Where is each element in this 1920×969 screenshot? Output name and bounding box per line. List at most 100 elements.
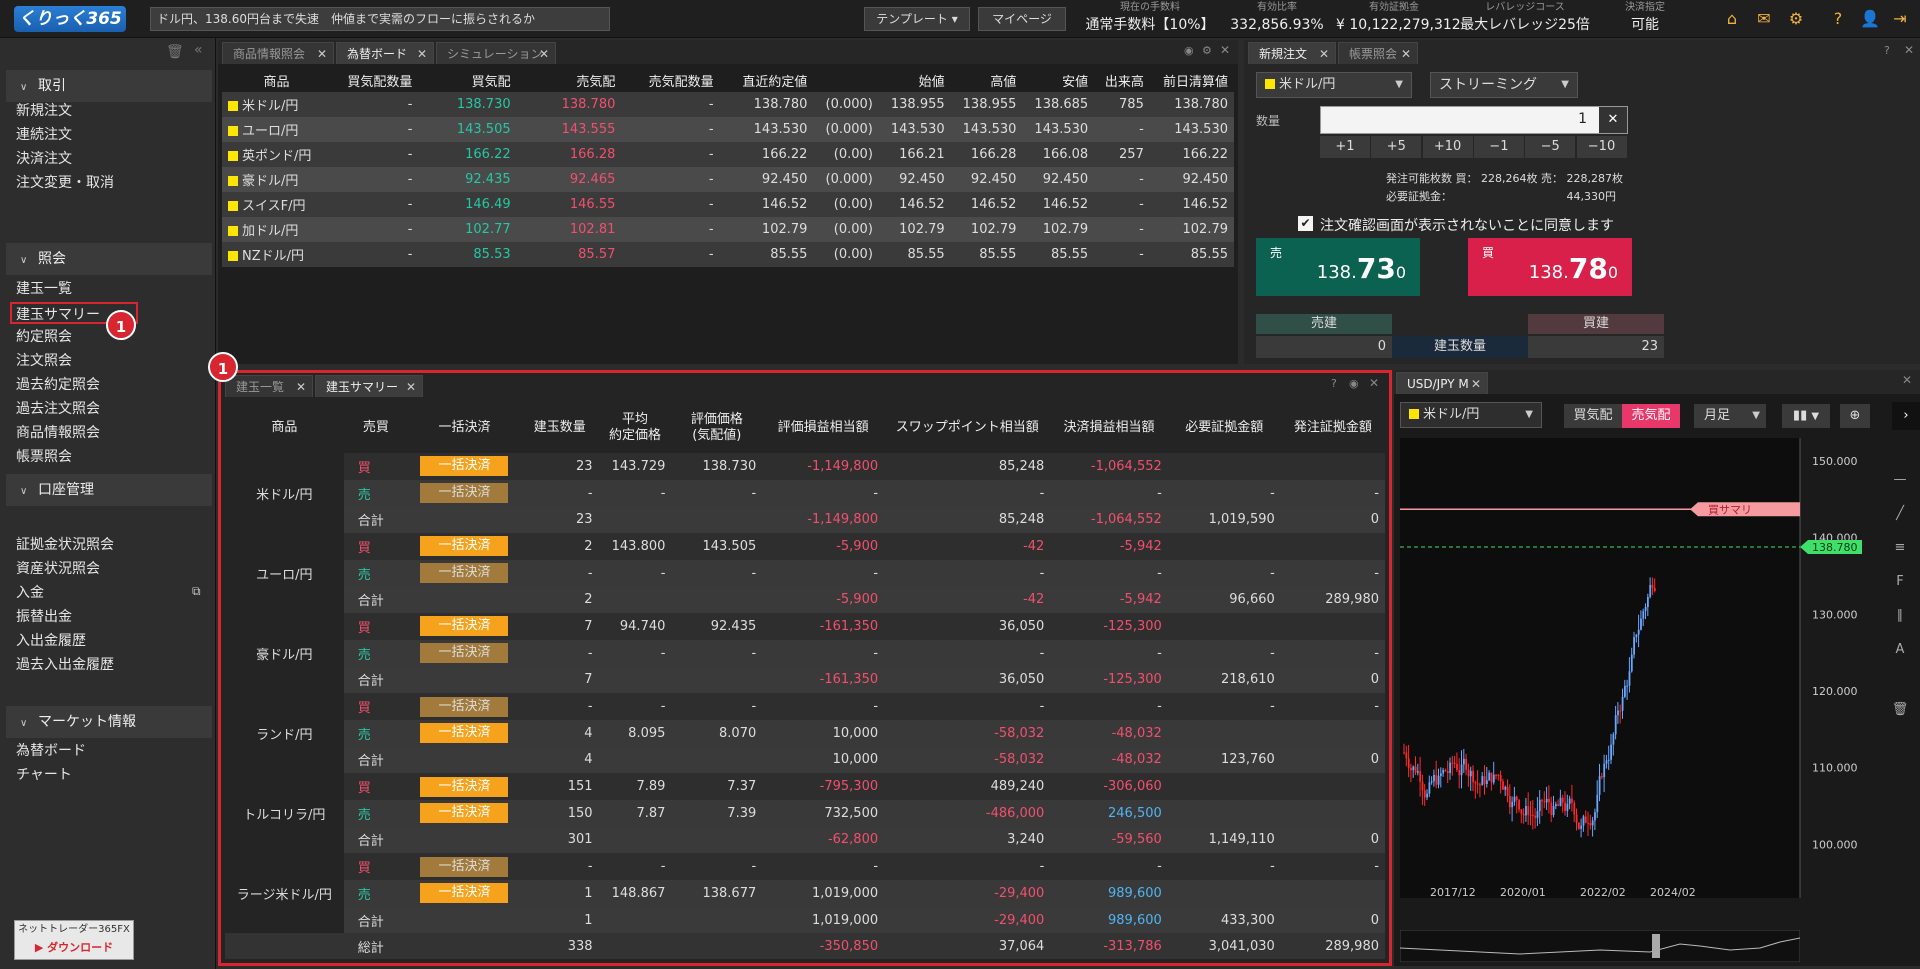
sidebar-item-2-2[interactable]: 入金 bbox=[16, 582, 44, 604]
summary-row[interactable]: 合計 4 10,000 -58,032 -48,032 123,760 0 bbox=[225, 746, 1385, 774]
tab-new-order[interactable]: 新規注文 ✕ bbox=[1248, 42, 1336, 64]
tab-position-summary[interactable]: 建玉サマリー ✕ bbox=[315, 375, 423, 397]
order-symbol-select[interactable]: 米ドル/円 ▼ bbox=[1256, 72, 1412, 98]
summary-row[interactable]: 売 一括決済 - - - - - - - - bbox=[225, 479, 1385, 507]
logout-icon[interactable]: ⇥ bbox=[1890, 9, 1910, 29]
rate-row[interactable]: ユーロ/円 - 143.505 143.555 - 143.530 (0.000) 143.5… bbox=[222, 117, 1234, 142]
sidebar-item-2-1[interactable]: 資産状況照会 bbox=[16, 558, 100, 580]
line-tool-icon[interactable]: — bbox=[1886, 466, 1914, 494]
summary-row[interactable]: 合計 1 1,019,000 -29,400 989,600 433,300 0 bbox=[225, 906, 1385, 934]
channel-tool-icon[interactable]: ≡ bbox=[1886, 534, 1914, 562]
summary-row[interactable]: ユーロ/円買一括決済 2 143.800 143.505 -5,900 -42 -5,942 bbox=[225, 533, 1385, 614]
bulk-settle-button[interactable]: 一括決済 bbox=[420, 803, 509, 824]
summary-row[interactable]: 売 一括決済 - - - - - - - - bbox=[225, 639, 1385, 667]
rate-row[interactable]: 米ドル/円 - 138.730 138.780 - 138.780 (0.000) 138.9… bbox=[222, 92, 1234, 117]
help-icon[interactable]: ? bbox=[1884, 44, 1890, 57]
chart-symbol-select[interactable]: 米ドル/円 ▼ bbox=[1400, 402, 1542, 428]
trash-icon[interactable]: 🗑 bbox=[1886, 696, 1914, 724]
sidebar-item-0-2[interactable]: 決済注文 bbox=[16, 148, 72, 170]
sell-button[interactable]: 売 138.730 bbox=[1256, 238, 1420, 296]
close-panel-icon[interactable]: ✕ bbox=[1904, 43, 1914, 57]
expand-icon[interactable]: › bbox=[1892, 402, 1920, 430]
close-icon[interactable]: ✕ bbox=[1319, 43, 1329, 65]
summary-row[interactable]: 売 一括決済 - - - - - - - - bbox=[225, 559, 1385, 587]
bulk-settle-button[interactable]: 一括決済 bbox=[420, 776, 509, 797]
close-icon[interactable]: ✕ bbox=[1471, 373, 1481, 395]
close-icon[interactable]: ✕ bbox=[317, 43, 327, 65]
sidebar-item-2-5[interactable]: 過去入出金履歴 bbox=[16, 654, 114, 676]
summary-row[interactable]: 売 一括決済 4 8.095 8.070 10,000 -58,032 -48,032 bbox=[225, 719, 1385, 747]
period-select[interactable]: 月足 ▼ bbox=[1694, 404, 1766, 428]
order-mode-select[interactable]: ストリーミング ▼ bbox=[1430, 72, 1578, 98]
chart-type-select[interactable]: ▮▮ ▼ bbox=[1782, 404, 1830, 428]
sidebar-section-2[interactable]: ∨ 口座管理 bbox=[6, 474, 212, 506]
help-icon[interactable]: ? bbox=[1828, 9, 1848, 29]
summary-row[interactable]: 米ドル/円買一括決済 23 143.729 138.730 -1,149,800 85,2… bbox=[225, 453, 1385, 534]
mail-icon[interactable]: ✉ bbox=[1754, 9, 1774, 29]
news-ticker[interactable]: ドル円、138.60円台まで失速 仲値まで実需のフローに振らされるか bbox=[150, 7, 610, 31]
sidebar-item-1-3[interactable]: 注文照会 bbox=[16, 350, 72, 372]
ask-toggle[interactable]: 売気配 bbox=[1622, 404, 1680, 428]
collapse-icon[interactable]: « bbox=[194, 42, 203, 58]
sidebar-section-1[interactable]: ∨ 照会 bbox=[6, 243, 212, 275]
close-panel-icon[interactable]: ✕ bbox=[1369, 376, 1379, 390]
clear-icon[interactable]: ✕ bbox=[1599, 107, 1627, 133]
qty-step-button[interactable]: −1 bbox=[1473, 136, 1524, 158]
summary-row[interactable]: 売 一括決済 150 7.87 7.39 732,500 -486,000 246,500 bbox=[225, 799, 1385, 827]
tab-product-info[interactable]: 商品情報照会 ✕ bbox=[222, 42, 334, 64]
close-icon[interactable]: ✕ bbox=[296, 376, 306, 398]
rate-row[interactable]: 豪ドル/円 - 92.435 92.465 - 92.450 (0.000) 92.450 92… bbox=[222, 167, 1234, 192]
sidebar-item-0-1[interactable]: 連続注文 bbox=[16, 124, 72, 146]
sidebar-item-3-1[interactable]: チャート bbox=[16, 764, 72, 786]
qty-step-button[interactable]: −5 bbox=[1525, 136, 1576, 158]
sidebar-item-1-5[interactable]: 過去注文照会 bbox=[16, 398, 100, 420]
bulk-settle-button[interactable]: 一括決済 bbox=[420, 456, 509, 477]
price-chart[interactable]: 150.000140.000130.000120.000110.000100.0… bbox=[1400, 438, 1890, 898]
summary-row[interactable]: 合計 2 -5,900 -42 -5,942 96,660 289,980 bbox=[225, 586, 1385, 614]
trend-tool-icon[interactable]: ╱ bbox=[1886, 500, 1914, 528]
bulk-settle-button[interactable]: 一括決済 bbox=[420, 536, 509, 557]
qty-step-button[interactable]: −10 bbox=[1576, 136, 1627, 158]
buy-button[interactable]: 買 138.780 bbox=[1468, 238, 1632, 296]
qty-input[interactable]: 1 ✕ bbox=[1320, 106, 1628, 134]
template-button[interactable]: テンプレート ▾ bbox=[864, 7, 970, 31]
sidebar-section-3[interactable]: ∨ マーケット情報 bbox=[6, 706, 212, 738]
qty-step-button[interactable]: +1 bbox=[1320, 136, 1370, 158]
bulk-settle-button[interactable]: 一括決済 bbox=[420, 883, 509, 904]
download-banner[interactable]: ネットトレーダー365FX ▶ ダウンロード bbox=[14, 920, 134, 960]
close-panel-icon[interactable]: ✕ bbox=[1902, 373, 1912, 387]
sidebar-item-2-0[interactable]: 証拠金状況照会 bbox=[16, 534, 114, 556]
sidebar-item-0-0[interactable]: 新規注文 bbox=[16, 100, 72, 122]
sidebar-item-1-2[interactable]: 約定照会 bbox=[16, 326, 72, 348]
close-icon[interactable]: ✕ bbox=[417, 43, 427, 65]
gear-icon[interactable]: ⚙ bbox=[1786, 9, 1806, 29]
sidebar-item-1-0[interactable]: 建玉一覧 bbox=[16, 278, 72, 300]
rate-row[interactable]: スイスF/円 - 146.49 146.55 - 146.52 (0.00) 146.52 14… bbox=[222, 192, 1234, 217]
rate-row[interactable]: 加ドル/円 - 102.77 102.81 - 102.79 (0.00) 102.79 102… bbox=[222, 217, 1234, 242]
settings-icon[interactable]: ⚙ bbox=[1202, 44, 1212, 57]
sidebar-item-2-4[interactable]: 入出金履歴 bbox=[16, 630, 86, 652]
visibility-icon[interactable]: ◉ bbox=[1184, 44, 1194, 57]
rate-row[interactable]: 英ポンド/円 - 166.22 166.28 - 166.22 (0.00) 166.21 16… bbox=[222, 142, 1234, 167]
trash-icon[interactable]: 🗑 bbox=[166, 44, 184, 60]
tab-simulation[interactable]: シミュレーション ✕ bbox=[436, 42, 556, 64]
close-icon[interactable]: ✕ bbox=[406, 376, 416, 398]
close-icon[interactable]: ✕ bbox=[1401, 43, 1411, 65]
sidebar-item-1-6[interactable]: 商品情報照会 bbox=[16, 422, 100, 444]
summary-row[interactable]: ランド/円買一括決済 - - - - - - - - bbox=[225, 693, 1385, 774]
help-icon[interactable]: ? bbox=[1331, 377, 1337, 390]
close-panel-icon[interactable]: ✕ bbox=[1220, 43, 1230, 57]
sidebar-item-3-0[interactable]: 為替ボード bbox=[16, 740, 86, 762]
sidebar-item-0-3[interactable]: 注文変更・取消 bbox=[16, 172, 114, 194]
home-icon[interactable]: ⌂ bbox=[1722, 9, 1742, 29]
summary-row[interactable]: 豪ドル/円買一括決済 7 94.740 92.435 -161,350 36,050 -12… bbox=[225, 613, 1385, 694]
chart-navigator[interactable] bbox=[1400, 930, 1800, 962]
vertical-tool-icon[interactable]: ∥ bbox=[1886, 602, 1914, 630]
close-icon[interactable]: ✕ bbox=[539, 43, 549, 65]
summary-row[interactable]: 売 一括決済 1 148.867 138.677 1,019,000 -29,400 989,… bbox=[225, 880, 1385, 907]
tab-chart[interactable]: USD/JPY M ✕ bbox=[1396, 372, 1488, 394]
summary-row[interactable]: 合計 301 -62,800 3,240 -59,560 1,149,110 0 bbox=[225, 826, 1385, 854]
visibility-icon[interactable]: ◉ bbox=[1349, 377, 1359, 390]
summary-row[interactable]: 合計 23 -1,149,800 85,248 -1,064,552 1,019,590 0 bbox=[225, 506, 1385, 534]
tab-position-list[interactable]: 建玉一覧 ✕ bbox=[225, 375, 313, 397]
